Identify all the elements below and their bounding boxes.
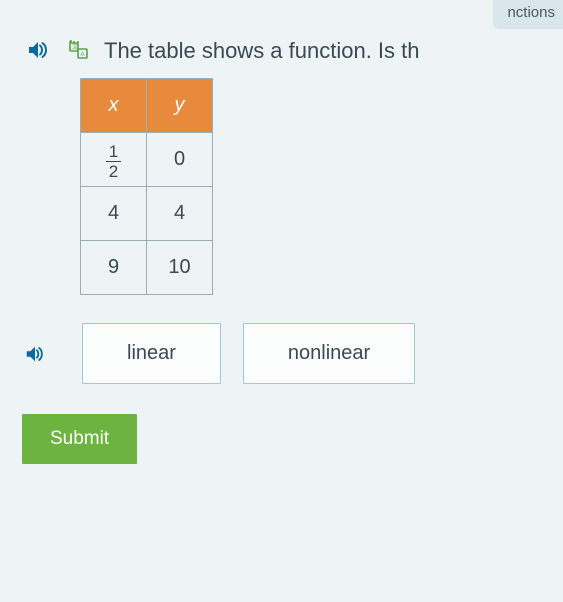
table-row: 9 10 <box>81 241 213 295</box>
audio-icon[interactable] <box>22 36 54 64</box>
choice-linear[interactable]: linear <box>82 323 221 384</box>
audio-icon[interactable] <box>22 342 48 366</box>
submit-button[interactable]: Submit <box>22 414 137 464</box>
table-cell-x: 4 <box>81 187 147 241</box>
table-cell-y: 0 <box>147 133 213 187</box>
breadcrumb-fragment: nctions <box>493 0 563 29</box>
table-cell-x: 9 <box>81 241 147 295</box>
question-text: The table shows a function. Is th <box>104 36 420 64</box>
table-cell-y: 10 <box>147 241 213 295</box>
translate-icon[interactable]: 文 A <box>64 36 94 64</box>
table-cell-x: 1 2 <box>81 133 147 187</box>
table-header-y: y <box>147 79 213 133</box>
function-table: x y 1 2 0 4 4 9 10 <box>80 78 541 295</box>
question-content: 文 A The table shows a function. Is th x … <box>0 0 563 486</box>
table-cell-y: 4 <box>147 187 213 241</box>
answers-row: linear nonlinear <box>22 323 541 384</box>
fraction: 1 2 <box>106 143 121 180</box>
svg-text:文: 文 <box>72 43 78 51</box>
question-row: 文 A The table shows a function. Is th <box>22 36 541 64</box>
table-row: 4 4 <box>81 187 213 241</box>
svg-text:A: A <box>81 52 85 58</box>
table-row: 1 2 0 <box>81 133 213 187</box>
table-header-x: x <box>81 79 147 133</box>
choice-nonlinear[interactable]: nonlinear <box>243 323 415 384</box>
